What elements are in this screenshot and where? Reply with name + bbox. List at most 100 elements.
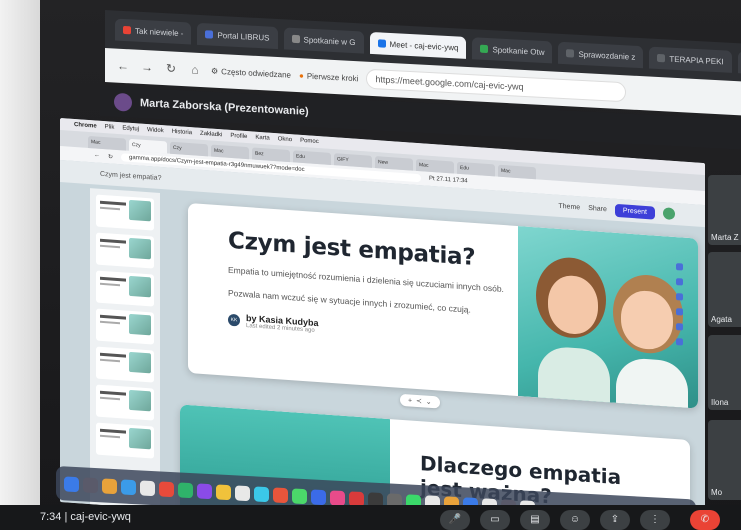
tab-label: Spotkanie w G bbox=[303, 34, 356, 47]
outer-tab[interactable]: Portal LIBRUS bbox=[197, 22, 278, 50]
dock-app-icon[interactable] bbox=[311, 488, 326, 505]
dock-app-icon[interactable] bbox=[64, 475, 79, 492]
forward-icon[interactable]: → bbox=[139, 59, 155, 76]
participant-tile[interactable]: Marta Z bbox=[708, 175, 741, 245]
inner-tab[interactable]: Bez bbox=[252, 147, 290, 163]
dock-app-icon[interactable] bbox=[330, 489, 345, 506]
gear-icon: ⚙ bbox=[211, 66, 219, 76]
author-avatar: KK bbox=[228, 313, 240, 327]
inner-tab[interactable]: Mac bbox=[498, 164, 536, 180]
share-button[interactable]: Share bbox=[588, 204, 607, 212]
emoji-icon[interactable]: ☺ bbox=[560, 510, 590, 530]
outer-tab[interactable]: Tak niewiele - bbox=[115, 18, 192, 45]
more-options-icon[interactable]: ⋮ bbox=[640, 510, 670, 530]
dock-app-icon[interactable] bbox=[292, 487, 307, 504]
slide-thumbnails bbox=[90, 188, 160, 509]
slide-card-1[interactable]: Czym jest empatia? Empatia to umiejętnoś… bbox=[188, 202, 698, 409]
inner-tab[interactable]: Mac bbox=[211, 144, 249, 160]
dock-app-icon[interactable] bbox=[197, 482, 212, 499]
presenter-name: Marta Zaborska (Prezentowanie) bbox=[140, 97, 309, 118]
presenter-avatar bbox=[114, 92, 132, 112]
inner-menu-item[interactable]: Plik bbox=[105, 124, 115, 131]
text-icon[interactable] bbox=[675, 293, 683, 301]
photo-of-screen: Tak niewiele - Portal LIBRUS Spotkanie w G… bbox=[0, 0, 741, 530]
firefox-icon: ● bbox=[299, 70, 304, 80]
slide-thumbnail[interactable] bbox=[96, 270, 154, 307]
layout-icon[interactable] bbox=[675, 263, 683, 271]
dock-app-icon[interactable] bbox=[121, 478, 136, 495]
inner-menu-item[interactable]: Chrome bbox=[74, 122, 97, 130]
captions-icon[interactable]: ▤ bbox=[520, 510, 550, 530]
tab-favicon-icon bbox=[566, 49, 575, 58]
add-card-icon[interactable] bbox=[675, 278, 683, 286]
leave-call-icon[interactable]: ✆ bbox=[690, 510, 720, 530]
inner-back-icon[interactable]: ← bbox=[94, 152, 100, 158]
inner-menu-item[interactable]: Pomoc bbox=[300, 138, 319, 145]
dock-app-icon[interactable] bbox=[178, 481, 193, 498]
tab-label: Tak niewiele - bbox=[135, 26, 184, 38]
outer-tab[interactable]: TERAPIA PEKI bbox=[649, 46, 732, 73]
participant-tile[interactable]: Agata bbox=[708, 252, 741, 327]
tab-favicon-icon bbox=[205, 30, 214, 39]
camera-icon[interactable]: ▭ bbox=[480, 510, 510, 530]
bookmark-frequent[interactable]: ⚙ Często odwiedzane bbox=[211, 66, 291, 79]
edit-icon[interactable] bbox=[675, 338, 683, 346]
card-insert-toolbar[interactable]: + ≺ ⌄ bbox=[400, 393, 440, 409]
tab-favicon-icon bbox=[291, 34, 300, 44]
author-block: KK by Kasia Kudyba Last edited 2 minutes… bbox=[228, 312, 518, 348]
inner-menu-item[interactable]: Karta bbox=[255, 135, 269, 142]
slide-thumbnail[interactable] bbox=[96, 308, 154, 345]
outer-tab[interactable]: Sprawozdanie z bbox=[558, 41, 644, 69]
outer-tab[interactable]: DIAGNOZA D bbox=[737, 51, 741, 78]
participant-tile[interactable]: Mo bbox=[708, 420, 741, 500]
dock-app-icon[interactable] bbox=[102, 477, 117, 494]
slide-thumbnail[interactable] bbox=[96, 346, 154, 383]
dock-app-icon[interactable] bbox=[159, 480, 174, 497]
dock-app-icon[interactable] bbox=[140, 479, 155, 496]
card-text: Czym jest empatia? Empatia to umiejętnoś… bbox=[228, 228, 518, 348]
inner-tab[interactable]: Edu bbox=[457, 161, 495, 177]
outer-tab[interactable]: Spotkanie Otw bbox=[472, 37, 553, 64]
back-icon[interactable]: ← bbox=[115, 58, 131, 75]
inner-tab[interactable]: New bbox=[375, 156, 413, 171]
chart-icon[interactable] bbox=[675, 323, 683, 331]
inner-menu-item[interactable]: Okno bbox=[278, 136, 292, 143]
present-screen-icon[interactable]: ⇪ bbox=[600, 510, 630, 530]
inner-tab[interactable]: GIFY bbox=[334, 153, 372, 168]
reload-icon[interactable]: ↻ bbox=[163, 60, 179, 77]
image-icon[interactable] bbox=[675, 308, 683, 316]
two-girls-image[interactable] bbox=[518, 226, 698, 409]
outer-tab[interactable]: Spotkanie w G bbox=[283, 27, 364, 54]
inner-tab[interactable]: Czy bbox=[129, 138, 167, 154]
inner-menu-item[interactable]: Profile bbox=[230, 133, 247, 140]
user-avatar[interactable] bbox=[663, 207, 675, 221]
inner-tab[interactable]: Mac bbox=[88, 135, 126, 151]
dock-app-icon[interactable] bbox=[83, 476, 98, 493]
inner-tab[interactable]: Edu bbox=[293, 150, 331, 165]
tab-favicon-icon bbox=[657, 53, 666, 63]
inner-menu-item[interactable]: Zakładki bbox=[200, 131, 222, 139]
dock-app-icon[interactable] bbox=[273, 486, 288, 503]
dock-app-icon[interactable] bbox=[254, 485, 269, 502]
home-icon[interactable]: ⌂ bbox=[187, 61, 203, 78]
present-button[interactable]: Present bbox=[614, 203, 655, 220]
microphone-icon[interactable]: 🎤 bbox=[440, 510, 470, 530]
slide-thumbnail[interactable] bbox=[96, 422, 154, 459]
inner-tab[interactable]: Czy bbox=[170, 141, 208, 157]
inner-tab[interactable]: Mac bbox=[416, 158, 454, 174]
inner-menu-item[interactable]: Historia bbox=[172, 129, 192, 136]
outer-tab[interactable]: Meet - caj-evic-ywq bbox=[369, 31, 467, 59]
inner-clock: Pt 27.11 17:34 bbox=[429, 175, 468, 185]
slide-thumbnail[interactable] bbox=[96, 384, 154, 421]
outer-url-field[interactable]: https://meet.google.com/caj-evic-ywq bbox=[366, 68, 627, 103]
participant-tile[interactable]: Ilona bbox=[708, 335, 741, 410]
inner-reload-icon[interactable]: ↻ bbox=[108, 153, 113, 160]
dock-app-icon[interactable] bbox=[216, 483, 231, 500]
dock-app-icon[interactable] bbox=[235, 484, 250, 501]
bookmark-first-steps[interactable]: ● Pierwsze kroki bbox=[299, 71, 358, 83]
theme-button[interactable]: Theme bbox=[558, 202, 580, 211]
inner-menu-item[interactable]: Widok bbox=[147, 127, 164, 134]
inner-menu-item[interactable]: Edytuj bbox=[122, 125, 139, 132]
slide-thumbnail[interactable] bbox=[96, 232, 154, 269]
slide-thumbnail[interactable] bbox=[96, 194, 154, 231]
